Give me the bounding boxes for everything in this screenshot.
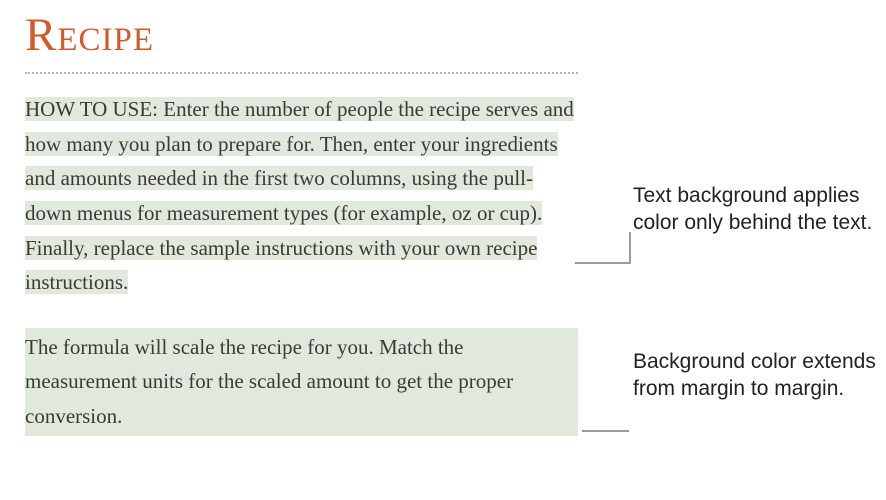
paragraph-2-body: The formula will scale the recipe for yo…	[25, 330, 578, 434]
document-title: Recipe	[25, 8, 578, 62]
callout-leader-line-2	[582, 430, 629, 432]
callout-block-background: Background color extends from margin to …	[633, 348, 883, 403]
how-to-use-label: HOW TO USE:	[25, 97, 163, 121]
callout-leader-line-1-v	[629, 232, 631, 264]
title-divider	[25, 72, 578, 74]
callout-text-background: Text background applies color only behin…	[633, 182, 873, 237]
paragraph-block-background-example: The formula will scale the recipe for yo…	[25, 328, 578, 436]
highlighted-text: HOW TO USE: Enter the number of people t…	[25, 97, 574, 294]
page: Recipe HOW TO USE: Enter the number of p…	[0, 0, 886, 500]
paragraph-1-body: Enter the number of people the recipe se…	[25, 97, 574, 294]
paragraph-text-background-example: HOW TO USE: Enter the number of people t…	[25, 92, 578, 300]
callout-leader-line-1-h	[575, 262, 630, 264]
document-column: Recipe HOW TO USE: Enter the number of p…	[25, 8, 578, 436]
